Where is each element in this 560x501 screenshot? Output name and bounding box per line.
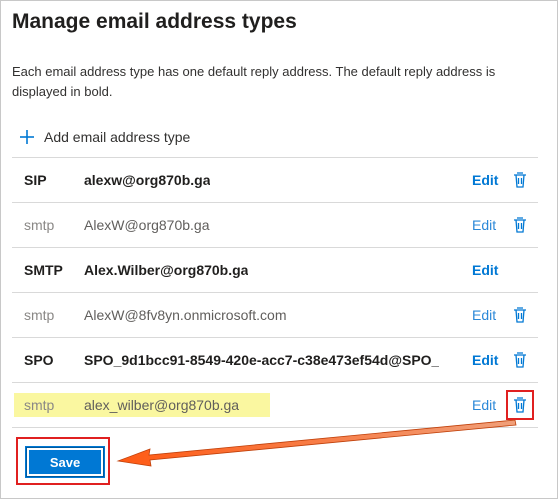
address-type: smtp — [24, 307, 55, 323]
edit-link[interactable]: Edit — [472, 262, 498, 278]
address-type: smtp — [24, 217, 55, 233]
table-row: smtp AlexW@org870b.ga Edit — [12, 202, 538, 247]
add-email-type-label: Add email address type — [44, 129, 191, 145]
table-row: smtp alex_wilber@org870b.ga Edit — [12, 382, 538, 428]
trash-icon[interactable] — [512, 306, 528, 324]
add-email-type-button[interactable]: Add email address type — [18, 128, 190, 146]
email-address: alexw@org870b.ga — [84, 172, 211, 188]
trash-icon[interactable] — [512, 216, 528, 234]
email-address-table: SIP alexw@org870b.ga Edit smtp AlexW@org… — [12, 157, 538, 428]
address-type: SIP — [24, 172, 47, 188]
edit-link[interactable]: Edit — [472, 307, 496, 323]
address-type: smtp — [24, 397, 55, 413]
trash-icon[interactable] — [512, 396, 528, 414]
email-address: SPO_9d1bcc91-8549-420e-acc7-c38e473ef54d… — [84, 352, 440, 368]
email-address: AlexW@8fv8yn.onmicrosoft.com — [84, 307, 287, 323]
email-address: AlexW@org870b.ga — [84, 217, 210, 233]
email-address: alex_wilber@org870b.ga — [84, 397, 240, 413]
address-type: SMTP — [24, 262, 63, 278]
table-row: smtp AlexW@8fv8yn.onmicrosoft.com Edit — [12, 292, 538, 337]
address-type: SPO — [24, 352, 54, 368]
edit-link[interactable]: Edit — [472, 172, 498, 188]
table-row: SPO SPO_9d1bcc91-8549-420e-acc7-c38e473e… — [12, 337, 538, 382]
trash-icon[interactable] — [512, 171, 528, 189]
table-row: SMTP Alex.Wilber@org870b.ga Edit — [12, 247, 538, 292]
trash-icon[interactable] — [512, 351, 528, 369]
description-text: Each email address type has one default … — [12, 64, 496, 99]
plus-icon — [20, 130, 34, 144]
email-address: Alex.Wilber@org870b.ga — [84, 262, 249, 278]
page-title: Manage email address types — [12, 10, 297, 33]
table-row: SIP alexw@org870b.ga Edit — [12, 157, 538, 202]
save-button[interactable]: Save — [26, 447, 104, 477]
edit-link[interactable]: Edit — [472, 397, 496, 413]
edit-link[interactable]: Edit — [472, 217, 496, 233]
edit-link[interactable]: Edit — [472, 352, 498, 368]
